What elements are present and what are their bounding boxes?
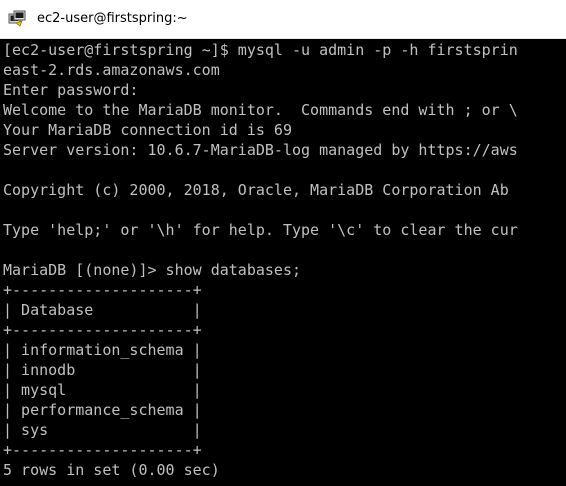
terminal-line: Your MariaDB connection id is 69	[3, 121, 292, 139]
terminal-output[interactable]: [ec2-user@firstspring ~]$ mysql -u admin…	[0, 39, 566, 486]
terminal-line: | Database |	[3, 301, 202, 319]
terminal-line: Server version: 10.6.7-MariaDB-log manag…	[3, 141, 518, 159]
terminal-line: MariaDB [(none)]> show databases;	[3, 261, 302, 279]
terminal-line: | innodb |	[3, 361, 202, 379]
window-title: ec2-user@firstspring:~	[37, 11, 188, 26]
terminal-line: Enter password:	[3, 81, 139, 99]
terminal-line: Type 'help;' or '\h' for help. Type '\c'…	[3, 221, 518, 239]
terminal-line: | information_schema |	[3, 341, 202, 359]
terminal-line: | mysql |	[3, 381, 202, 399]
terminal-line: east-2.rds.amazonaws.com	[3, 61, 220, 79]
terminal-line: 5 rows in set (0.00 sec)	[3, 461, 220, 479]
title-bar[interactable]: ec2-user@firstspring:~	[0, 0, 566, 39]
terminal-window: ec2-user@firstspring:~ [ec2-user@firstsp…	[0, 0, 566, 486]
terminal-line: [ec2-user@firstspring ~]$ mysql -u admin…	[3, 41, 518, 59]
terminal-line: Welcome to the MariaDB monitor. Commands…	[3, 101, 518, 119]
terminal-line: | performance_schema |	[3, 401, 202, 419]
putty-terminal-icon[interactable]	[8, 10, 26, 28]
terminal-line: | sys |	[3, 421, 202, 439]
terminal-lines: [ec2-user@firstspring ~]$ mysql -u admin…	[3, 40, 518, 480]
terminal-line: +--------------------+	[3, 321, 202, 339]
terminal-line: +--------------------+	[3, 281, 202, 299]
terminal-line: Copyright (c) 2000, 2018, Oracle, MariaD…	[3, 181, 509, 199]
terminal-line: +--------------------+	[3, 441, 202, 459]
